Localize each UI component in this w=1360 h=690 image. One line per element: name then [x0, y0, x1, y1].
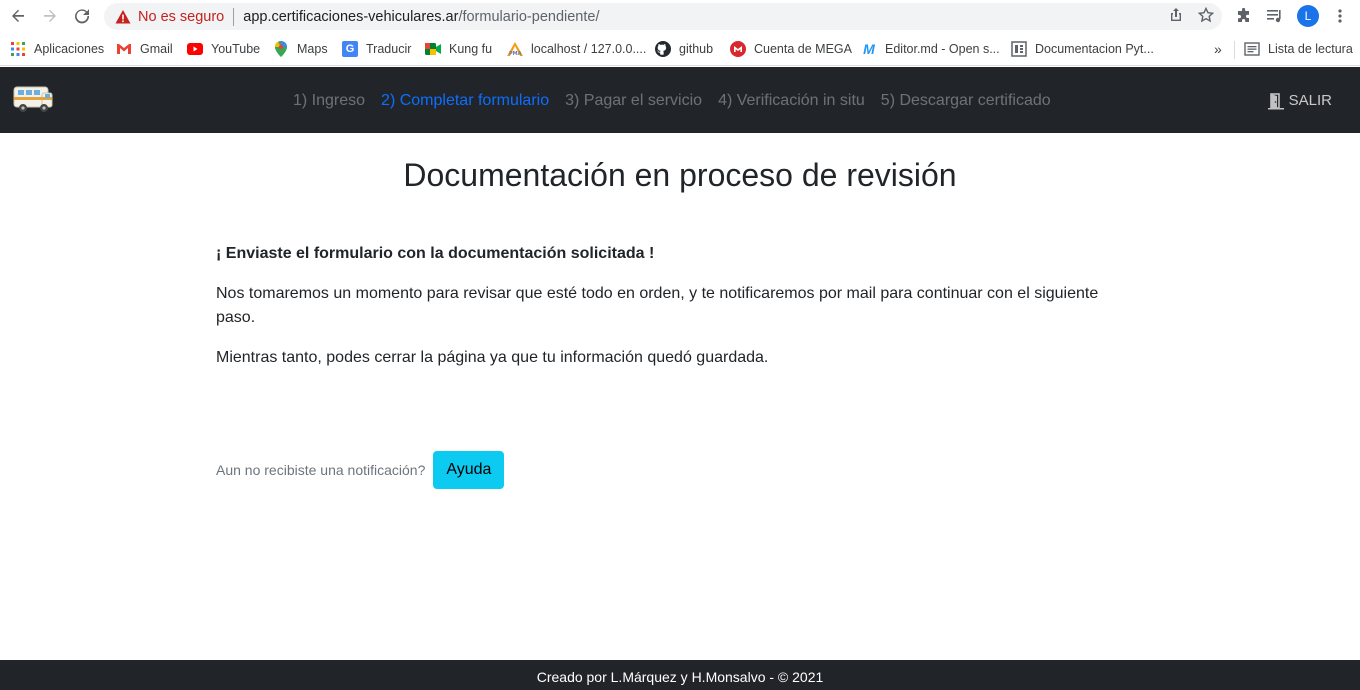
confirmation-text: ¡ Enviaste el formulario con la document… [216, 245, 655, 262]
step-pagar-servicio[interactable]: 3) Pagar el servicio [557, 89, 710, 113]
translate-icon: G [342, 41, 358, 57]
warning-triangle-icon [114, 8, 132, 26]
bookmarks-bar: Aplicaciones Gmail YouTube Maps G Traduc… [0, 33, 1360, 66]
step-ingreso[interactable]: 1) Ingreso [285, 89, 373, 113]
footer-credits: Creado por L.Márquez y H.Monsalvo - © 20… [536, 669, 824, 685]
maps-pin-icon [273, 41, 289, 57]
phpmyadmin-icon: PMA [507, 41, 523, 57]
mega-icon [730, 41, 746, 57]
bookmark-documentacion[interactable]: Documentacion Pyt... [1011, 40, 1154, 58]
logout-button[interactable]: SALIR [1267, 89, 1332, 113]
bookmark-aplicaciones[interactable]: Aplicaciones [10, 40, 104, 58]
help-button[interactable]: Ayuda [433, 451, 505, 489]
bookmark-mega[interactable]: Cuenta de MEGA [730, 40, 852, 58]
help-section: Aun no recibiste una notificación? Ayuda [216, 451, 505, 489]
bookmark-label: Aplicaciones [34, 42, 105, 56]
bookmark-label: localhost / 127.0.0.... [531, 42, 647, 56]
media-queue-icon[interactable] [1266, 5, 1284, 27]
bookmark-youtube[interactable]: YouTube [187, 40, 260, 58]
step-completar-formulario[interactable]: 2) Completar formulario [373, 89, 557, 113]
url-host: app.certificaciones-vehiculares.ar [243, 8, 459, 25]
menu-kebab-icon[interactable] [1332, 5, 1348, 27]
bookmark-traducir[interactable]: G Traducir [342, 40, 411, 58]
reading-list-button[interactable]: Lista de lectura [1244, 40, 1353, 58]
bookmark-label: Traducir [366, 42, 412, 56]
editor-md-icon: M [863, 41, 875, 57]
bookmarks-divider [1234, 41, 1235, 59]
share-icon[interactable] [1168, 7, 1184, 27]
bookmark-kung-fu[interactable]: Kung fu [425, 40, 492, 58]
help-prompt: Aun no recibiste una notificación? [216, 462, 426, 478]
bookmark-maps[interactable]: Maps [273, 40, 328, 58]
apps-grid-icon [10, 41, 26, 57]
door-exit-icon [1267, 92, 1285, 110]
back-icon[interactable] [6, 5, 30, 27]
reload-icon[interactable] [70, 5, 94, 27]
bookmark-label: YouTube [211, 42, 261, 56]
omnibox-divider [233, 7, 235, 26]
bookmark-label: Maps [297, 42, 328, 56]
bookmark-label: Documentacion Pyt... [1035, 42, 1154, 56]
steps-nav: 1) Ingreso 2) Completar formulario 3) Pa… [285, 89, 1059, 113]
bookmark-github[interactable]: github [655, 40, 713, 58]
youtube-icon [187, 41, 203, 57]
bookmarks-overflow-button[interactable]: » [1214, 40, 1222, 58]
github-icon [655, 41, 671, 57]
address-bar[interactable]: No es seguro app.certificaciones-vehicul… [104, 3, 1222, 30]
review-paragraph: Nos tomaremos un momento para revisar qu… [216, 285, 1099, 326]
reading-list-label: Lista de lectura [1268, 42, 1353, 56]
not-secure-label[interactable]: No es seguro [138, 9, 224, 25]
saved-info-paragraph: Mientras tanto, podes cerrar la página y… [216, 349, 769, 366]
reading-list-icon [1244, 41, 1260, 57]
profile-avatar[interactable]: L [1297, 5, 1319, 27]
browser-toolbar: No es seguro app.certificaciones-vehicul… [0, 0, 1360, 33]
logout-label: SALIR [1288, 92, 1332, 109]
gmail-icon [116, 41, 132, 57]
motorhome-logo-icon[interactable] [12, 83, 54, 115]
svg-text:PMA: PMA [509, 51, 522, 56]
document-icon [1011, 41, 1027, 57]
bookmark-localhost[interactable]: PMA localhost / 127.0.0.... [507, 40, 646, 58]
extensions-icon[interactable] [1235, 5, 1253, 27]
bookmark-label: Cuenta de MEGA [754, 42, 852, 56]
page-footer: Creado por L.Márquez y H.Monsalvo - © 20… [0, 660, 1360, 690]
page-title: Documentación en proceso de revisión [403, 157, 957, 193]
step-descargar-certificado[interactable]: 5) Descargar certificado [873, 89, 1059, 113]
forward-icon[interactable] [38, 5, 62, 27]
meet-icon [425, 41, 441, 57]
bookmark-label: Editor.md - Open s... [885, 42, 1000, 56]
bookmark-editor-md[interactable]: M Editor.md - Open s... [861, 40, 1000, 58]
bookmark-label: github [679, 42, 714, 56]
bookmark-gmail[interactable]: Gmail [116, 40, 173, 58]
url-path: /formulario-pendiente/ [458, 8, 600, 25]
bookmark-label: Kung fu [449, 42, 493, 56]
app-navbar: 1) Ingreso 2) Completar formulario 3) Pa… [0, 67, 1360, 133]
status-message: ¡ Enviaste el formulario con la document… [216, 242, 1136, 386]
bookmark-star-icon[interactable] [1197, 6, 1215, 27]
step-verificacion-in-situ[interactable]: 4) Verificación in situ [710, 89, 873, 113]
bookmark-label: Gmail [140, 42, 173, 56]
